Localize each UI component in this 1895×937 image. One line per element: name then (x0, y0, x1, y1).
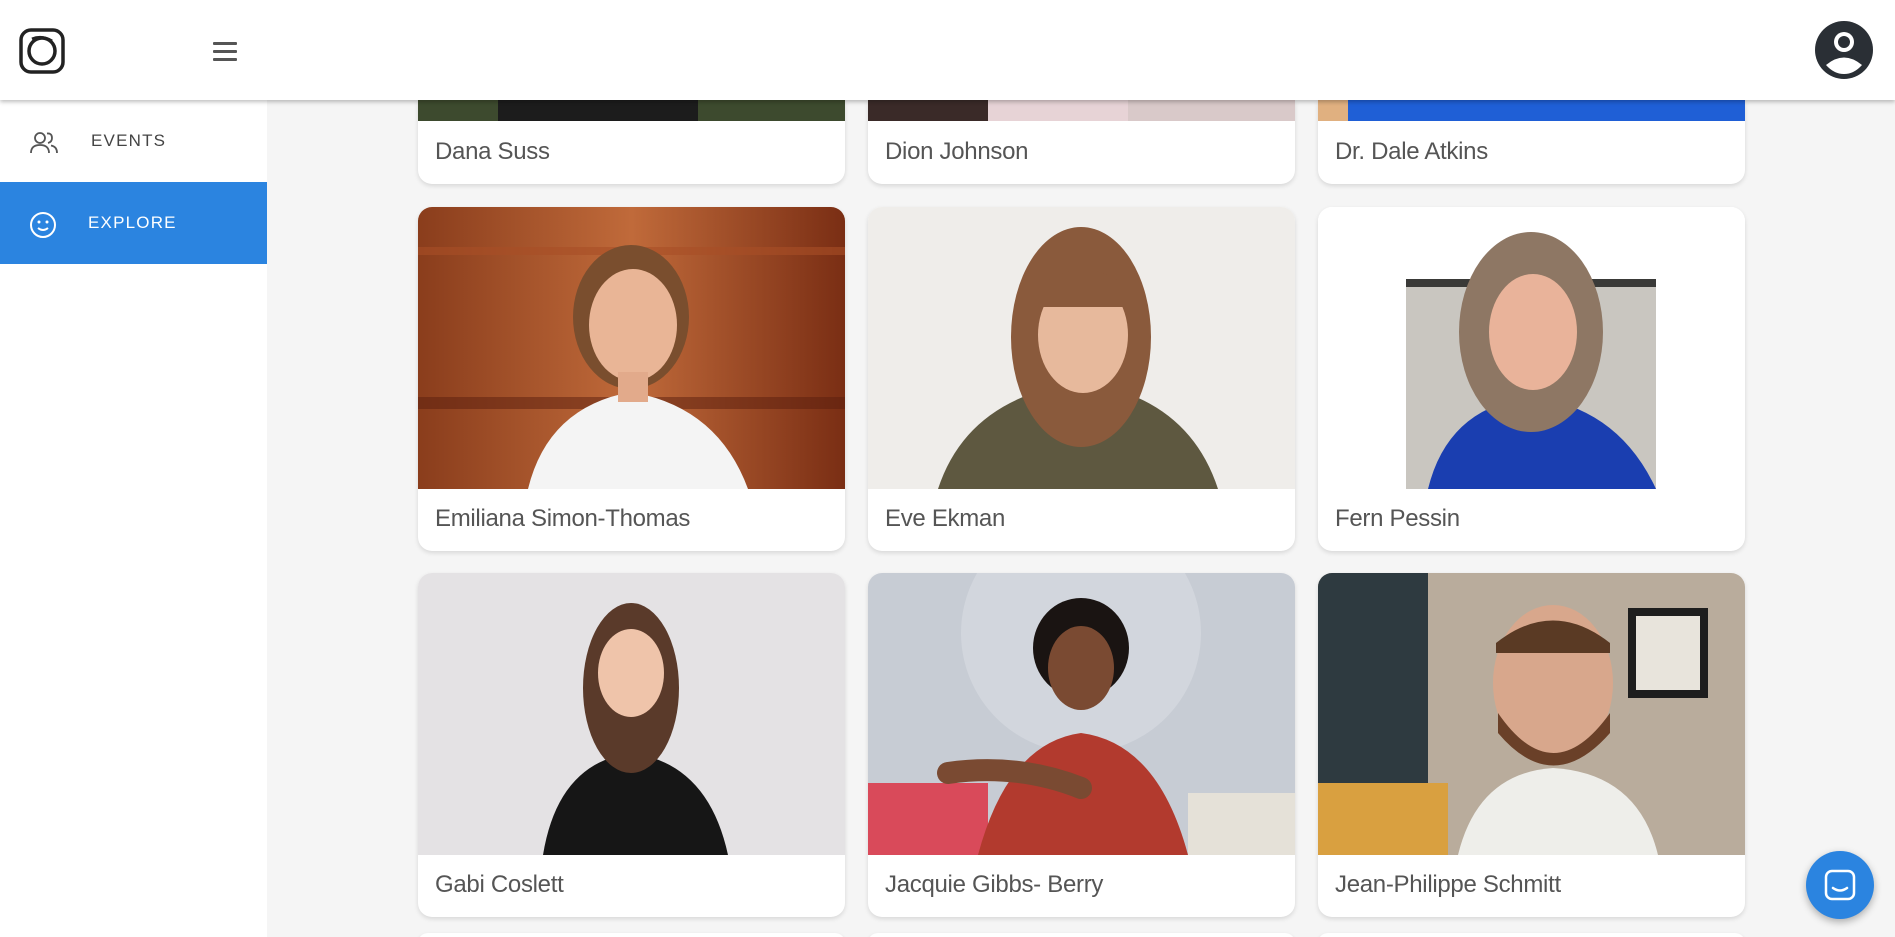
person-card[interactable]: Fern Pessin (1318, 207, 1745, 551)
person-card[interactable]: Dana Suss (418, 100, 845, 184)
person-name: Dion Johnson (885, 138, 1029, 165)
person-card[interactable]: Gabi Coslett (418, 573, 845, 917)
person-card[interactable]: Dion Johnson (868, 100, 1295, 184)
sidebar-item-events[interactable]: EVENTS (0, 100, 267, 182)
hamburger-menu-icon[interactable] (205, 34, 245, 68)
person-card[interactable] (418, 933, 845, 937)
person-card[interactable]: Jean-Philippe Schmitt (1318, 573, 1745, 917)
person-card[interactable]: Jacquie Gibbs- Berry (868, 573, 1295, 917)
person-card[interactable] (868, 933, 1295, 937)
person-photo (1318, 207, 1745, 489)
person-name: Jacquie Gibbs- Berry (885, 871, 1104, 898)
person-photo (868, 573, 1295, 855)
app-logo-icon[interactable] (18, 27, 66, 75)
person-name: Dana Suss (435, 138, 550, 165)
person-photo (1318, 573, 1745, 855)
person-card[interactable]: Emiliana Simon-Thomas (418, 207, 845, 551)
person-name: Dr. Dale Atkins (1335, 138, 1488, 165)
person-card[interactable] (1318, 933, 1745, 937)
sidebar-item-label: EVENTS (91, 131, 167, 150)
user-avatar-icon[interactable] (1814, 20, 1874, 80)
chat-launcher-button[interactable] (1806, 851, 1874, 919)
person-photo (1318, 100, 1745, 121)
people-icon (30, 132, 58, 154)
person-photo (418, 100, 845, 121)
person-card[interactable]: Dr. Dale Atkins (1318, 100, 1745, 184)
explore-grid: Dana Suss Dion Johnson Dr. Dale Atkins E… (267, 100, 1895, 937)
chat-icon (1824, 869, 1856, 901)
person-photo (868, 207, 1295, 489)
person-photo (418, 207, 845, 489)
sidebar-item-label: EXPLORE (88, 213, 177, 232)
person-photo (868, 100, 1295, 121)
person-card[interactable]: Eve Ekman (868, 207, 1295, 551)
person-name: Fern Pessin (1335, 505, 1460, 532)
person-name: Emiliana Simon-Thomas (435, 505, 691, 532)
person-name: Jean-Philippe Schmitt (1335, 871, 1561, 898)
person-name: Eve Ekman (885, 505, 1006, 532)
sidebar-item-explore[interactable]: EXPLORE (0, 182, 267, 264)
smiley-icon (30, 212, 56, 238)
person-name: Gabi Coslett (435, 871, 564, 898)
sidebar: EVENTS EXPLORE (0, 100, 267, 937)
person-photo (418, 573, 845, 855)
top-app-bar (0, 0, 1895, 100)
